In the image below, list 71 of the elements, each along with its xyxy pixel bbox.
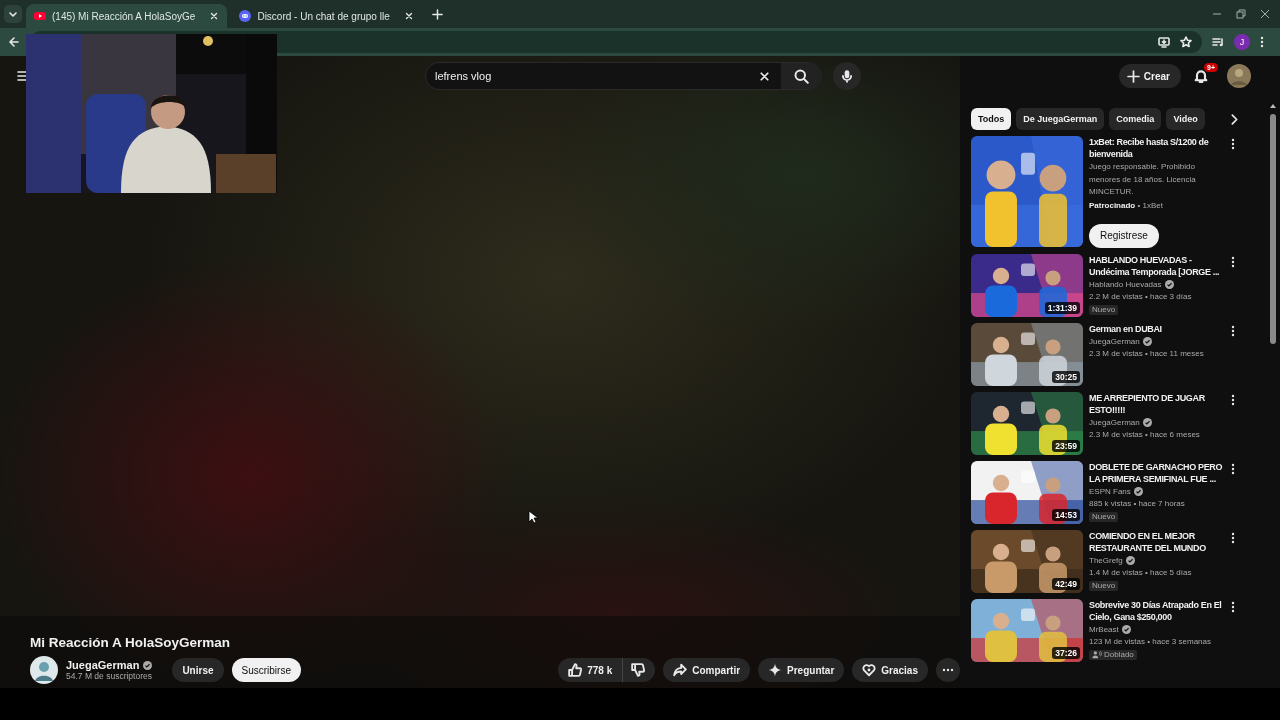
thumbs-down-icon <box>631 663 646 677</box>
profile-button[interactable]: J <box>1234 34 1250 50</box>
media-icon[interactable] <box>1212 36 1224 48</box>
video-meta: 885 k vistas • hace 7 horas <box>1089 498 1186 510</box>
filter-chip[interactable]: Comedia <box>1109 108 1162 130</box>
channel-name[interactable]: Hablando Huevadas <box>1089 278 1162 291</box>
search-button[interactable] <box>781 63 821 89</box>
ad-description: Juego responsable. Prohibido menores de 18 años. Licencia MINCETUR. <box>1089 161 1197 198</box>
video-meta: 2.3 M de vistas • hace 6 meses <box>1089 429 1201 441</box>
plus-icon <box>1126 69 1140 83</box>
video-title[interactable]: ME ARREPIENTO DE JUGAR ESTO!!!!! <box>1089 391 1231 416</box>
channel-avatar[interactable] <box>30 656 58 684</box>
clear-icon[interactable] <box>758 69 771 83</box>
chat-logo-icon <box>239 10 252 22</box>
subscribe-button[interactable]: Suscribirse <box>231 658 301 682</box>
avatar[interactable] <box>1227 64 1251 88</box>
close-icon[interactable] <box>403 11 414 21</box>
thanks-button[interactable]: Gracias <box>852 658 928 682</box>
tab-search-button[interactable] <box>4 5 22 23</box>
video-title[interactable]: Sobrevive 30 Días Atrapado En El Cielo, Gana $250,000 <box>1089 598 1231 623</box>
subscriber-count: 54.7 M de suscriptores <box>66 671 153 681</box>
search-field[interactable]: lefrens vlog <box>425 62 822 90</box>
channel-name[interactable]: JuegaGerman <box>1089 335 1140 348</box>
new-badge: Nuevo <box>1089 304 1119 315</box>
channel-name[interactable]: MrBeast <box>1089 623 1119 636</box>
channel-name[interactable]: ESPN Fans <box>1089 485 1131 498</box>
ad-title[interactable]: 1xBet: Recibe hasta S/1200 de bienvenida <box>1089 136 1231 160</box>
join-button[interactable]: Unirse <box>172 658 224 682</box>
video-title[interactable]: German en DUBAI <box>1089 322 1231 335</box>
filter-chip[interactable]: De JuegaGerman <box>1016 108 1105 130</box>
back-icon[interactable] <box>8 36 20 48</box>
video-meta: 1.4 M de vistas • hace 5 días <box>1089 567 1193 579</box>
heart-icon <box>862 663 877 677</box>
dubbed-icon <box>1092 649 1102 660</box>
close-icon[interactable] <box>209 11 220 21</box>
browser-tab[interactable]: (145) Mi Reacción A HolaSoyGe <box>26 4 228 28</box>
video-meta: 2.3 M de vistas • hace 11 meses <box>1089 348 1205 360</box>
install-icon[interactable] <box>1158 36 1170 48</box>
new-badge: Nuevo <box>1089 580 1119 591</box>
register-button[interactable]: Registrese <box>1089 223 1159 248</box>
mic-icon <box>840 69 854 83</box>
share-arrow-icon <box>673 663 688 677</box>
sponsor-line: Patrocinado • 1xBet <box>1089 199 1164 212</box>
menu-icon[interactable] <box>17 70 29 82</box>
bell-icon[interactable] <box>1193 68 1209 84</box>
video-title[interactable]: DOBLETE DE GARNACHO PERO LA PRIMERA SEMIFINAL FUE ... <box>1089 460 1231 485</box>
cursor-icon <box>528 510 538 524</box>
channel-name[interactable]: JuegaGerman <box>1089 416 1140 429</box>
new-tab-icon[interactable] <box>431 8 443 20</box>
share-button[interactable]: Compartir <box>663 658 751 682</box>
video-meta: 123 M de vistas • hace 3 semanas <box>1089 636 1212 648</box>
filter-chip[interactable]: Todos <box>971 108 1012 130</box>
star-icon[interactable] <box>1180 36 1192 48</box>
ask-button[interactable]: Preguntar <box>758 658 845 682</box>
close-icon[interactable] <box>1260 9 1270 19</box>
restore-icon[interactable] <box>1236 9 1246 19</box>
filter-chip[interactable]: Video <box>1166 108 1205 130</box>
channel-name[interactable]: TheGrefg <box>1089 554 1123 567</box>
video-title: Mi Reacción A HolaSoyGerman <box>29 635 232 650</box>
dubbed-badge: Doblado <box>1089 649 1137 660</box>
browser-tab[interactable]: Discord - Un chat de grupo lle <box>231 4 422 28</box>
thumbs-up-icon <box>568 663 583 677</box>
video-meta: 2.2 M de vistas • hace 3 días <box>1089 291 1193 303</box>
channel-name[interactable]: JuegaGerman <box>66 659 140 671</box>
create-button[interactable]: Crear <box>1118 64 1181 88</box>
video-title[interactable]: HABLANDO HUEVADAS - Undécima Temporada [JORGE ... <box>1089 253 1231 278</box>
video-title[interactable]: COMIENDO EN EL MEJOR RESTAURANTE DEL MUNDO <box>1089 529 1231 554</box>
new-badge: Nuevo <box>1089 511 1119 522</box>
play-logo-icon <box>34 10 46 22</box>
search-icon <box>793 68 809 84</box>
search-input[interactable]: lefrens vlog <box>426 69 758 83</box>
